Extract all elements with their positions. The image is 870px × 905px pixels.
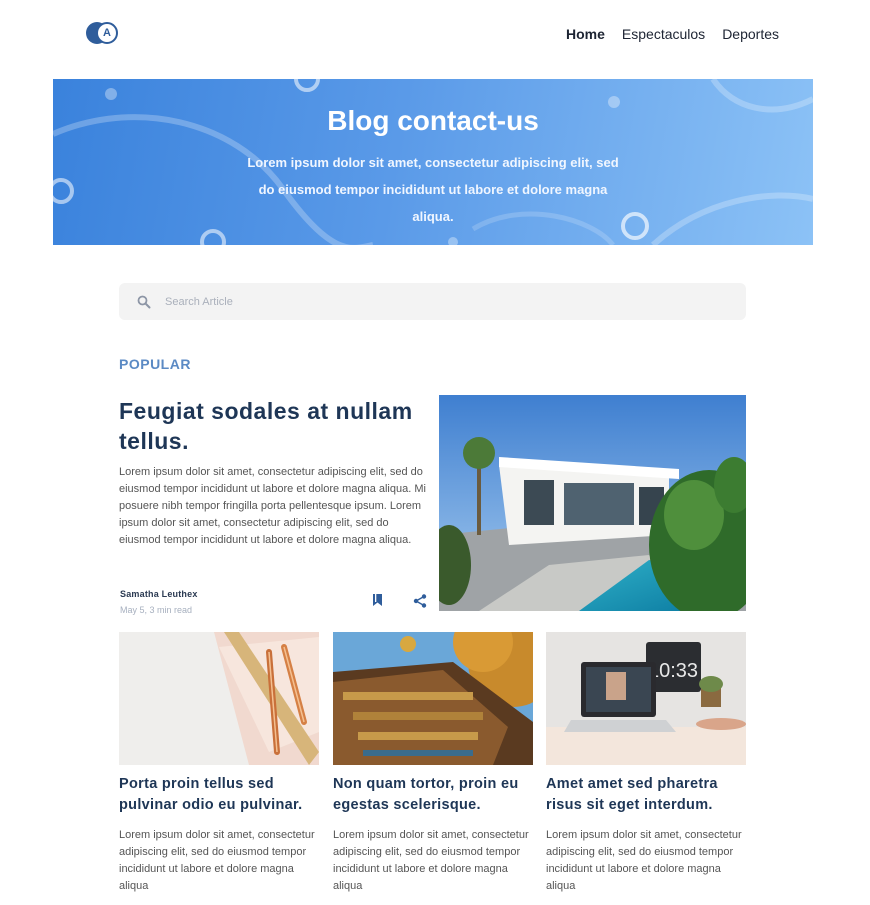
card-title[interactable]: Porta proin tellus sed pulvinar odio eu … [119,774,319,816]
card-excerpt: Lorem ipsum dolor sit amet, consectetur … [546,829,742,892]
card-image[interactable] [333,632,533,765]
search-input[interactable] [165,283,725,320]
featured-author: Samatha Leuthex [120,589,198,599]
nav-item-home[interactable]: Home [566,26,605,42]
bookmark-icon[interactable] [372,593,384,607]
search-bar[interactable] [119,283,746,320]
card-image[interactable]: 10:33 [546,632,746,765]
article-card[interactable]: Non quam tortor, proin eu egestas sceler… [333,632,533,895]
section-label-popular: POPULAR [119,356,191,372]
site-header: A Home Espectaculos Deportes [0,0,870,70]
temple-roof-photo [333,632,533,765]
article-card[interactable]: Porta proin tellus sed pulvinar odio eu … [119,632,319,895]
card-image[interactable] [119,632,319,765]
brand-logo[interactable]: A [86,22,120,44]
hero-banner: Blog contact-us Lorem ipsum dolor sit am… [53,79,813,245]
logo-circle-letter: A [96,22,118,44]
nav-item-espectaculos[interactable]: Espectaculos [622,26,705,42]
share-icon[interactable] [413,594,427,608]
card-excerpt: Lorem ipsum dolor sit amet, consectetur … [333,829,529,892]
hero-title: Blog contact-us [327,105,539,136]
card-excerpt: Lorem ipsum dolor sit amet, consectetur … [119,829,315,892]
article-card[interactable]: 10:33 Amet amet sed pharetra risus sit e… [546,632,746,895]
hero-subtitle: Lorem ipsum dolor sit amet, consectetur … [247,155,619,224]
search-icon [137,295,151,309]
featured-excerpt: Lorem ipsum dolor sit amet, consectetur … [119,466,426,546]
featured-meta: May 5, 3 min read [120,605,193,615]
pens-and-paper-photo [119,632,319,765]
laptop-desk-photo: 10:33 [546,632,746,765]
main-nav: Home Espectaculos Deportes [566,26,779,42]
featured-title[interactable]: Feugiat sodales at nullam tellus. [119,396,419,456]
featured-image[interactable] [439,395,746,611]
card-title[interactable]: Amet amet sed pharetra risus sit eget in… [546,774,746,816]
modern-house-pool-photo [439,395,746,611]
nav-item-deportes[interactable]: Deportes [722,26,779,42]
card-title[interactable]: Non quam tortor, proin eu egestas sceler… [333,774,533,816]
